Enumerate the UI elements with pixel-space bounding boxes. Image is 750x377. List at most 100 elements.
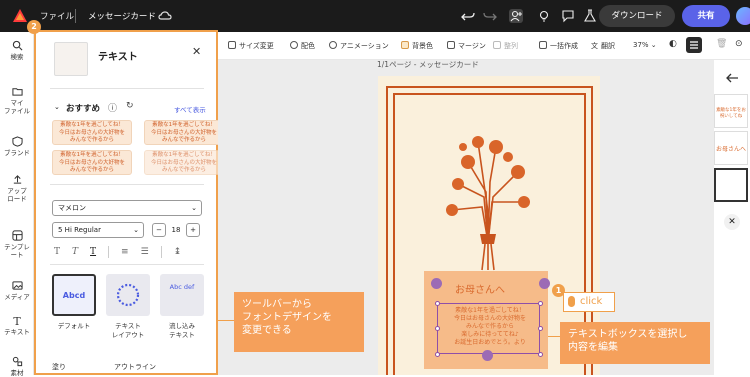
resize-handle[interactable] <box>435 301 440 306</box>
callout-connector <box>218 320 234 321</box>
nav-text[interactable]: T テキスト <box>0 316 34 337</box>
nav-label: 検索 <box>10 53 24 61</box>
avatar[interactable] <box>736 7 750 25</box>
resize-label: サイズ変更 <box>239 42 274 50</box>
text-format-row: T T T ≡ ☰ ↨ <box>54 245 204 259</box>
show-all-link[interactable]: すべて表示 <box>174 104 206 114</box>
page-thumbnail[interactable]: 素敵な1年をお祝いしてね <box>714 94 748 128</box>
margin-button[interactable]: マージン <box>447 41 486 51</box>
font-weight-select[interactable]: 5 Hi Regular ⌄ <box>52 222 144 238</box>
font-family-select[interactable]: マメロン ⌄ <box>52 200 202 216</box>
textbox-callout: テキストボックスを選択し 内容を編集 <box>560 322 710 364</box>
fill-label: 塗り <box>52 363 66 371</box>
increase-size-button[interactable]: + <box>186 223 200 237</box>
close-icon[interactable]: ✕ <box>192 45 201 58</box>
margin-icon <box>447 41 455 49</box>
page-thumbnail[interactable]: お母さんへ <box>714 131 748 165</box>
flower-illustration <box>446 136 530 271</box>
text-selection-box[interactable] <box>437 303 540 354</box>
arrange-button[interactable]: 整列 <box>493 41 518 51</box>
more-icon[interactable]: ⊙ <box>735 39 743 49</box>
nav-media[interactable]: メディア <box>0 280 34 301</box>
layers-icon <box>690 41 698 49</box>
refresh-icon[interactable]: ↻ <box>126 101 134 111</box>
arrow-left-icon[interactable] <box>725 72 739 84</box>
card-heading[interactable]: お母さんへ <box>455 281 505 296</box>
nav-label: 素材 <box>10 369 24 377</box>
panel-title: テキスト <box>98 52 138 63</box>
style-default-card[interactable]: Abcd <box>52 274 96 316</box>
resize-button[interactable]: サイズ変更 <box>228 41 274 51</box>
cloud-sync-icon[interactable] <box>158 9 172 23</box>
style-label: 流し込み テキスト <box>169 322 195 339</box>
close-icon[interactable]: ✕ <box>724 214 740 230</box>
flask-icon[interactable] <box>583 9 597 23</box>
text-preset[interactable]: 素敵な1年を過ごしてね！ 今日はお母さんの大好物を みんなで作るから <box>52 150 132 175</box>
underline-icon[interactable]: T <box>90 247 96 257</box>
arrange-icon <box>493 41 501 49</box>
nav-upload[interactable]: アップ ロード <box>0 174 34 203</box>
nav-label: テンプレ ート <box>4 243 30 259</box>
background-color-button[interactable]: 背景色 <box>401 41 433 51</box>
rotate-handle-icon[interactable] <box>482 350 493 361</box>
nav-label: ブランド <box>4 149 30 157</box>
nav-templates[interactable]: テンプレ ート <box>0 230 34 259</box>
text-preset[interactable]: 素敵な1年を過ごしてね！ 今日はお母さんの大好物を みんなで作るから <box>52 120 132 145</box>
resize-handle[interactable] <box>538 301 543 306</box>
chevron-down-icon[interactable]: ⌄ <box>54 103 60 111</box>
divider <box>160 246 162 258</box>
bulk-create-button[interactable]: 一括作成 <box>539 41 578 51</box>
brand-icon <box>11 136 23 147</box>
file-menu[interactable]: ファイル <box>40 10 74 22</box>
download-button[interactable]: ダウンロード <box>599 5 675 27</box>
line-height-icon[interactable]: ↨ <box>174 247 182 257</box>
info-icon[interactable]: ⓘ <box>108 101 117 114</box>
nav-brand[interactable]: ブランド <box>0 136 34 157</box>
style-flow-card[interactable]: Abc def <box>160 274 204 316</box>
divider <box>50 184 204 185</box>
adobe-express-logo[interactable] <box>12 8 28 24</box>
align-icon[interactable]: ≡ <box>121 247 129 257</box>
resize-handle[interactable] <box>538 352 543 357</box>
document-title[interactable]: メッセージカード <box>88 10 156 22</box>
style-layout-card[interactable] <box>106 274 150 316</box>
page-thumbnail-selected[interactable] <box>714 168 748 202</box>
text-panel: テキスト ✕ ⌄ おすすめ ⓘ ↻ すべて表示 素敵な1年を過ごしてね！ 今日は… <box>34 30 224 375</box>
font-size-value[interactable]: 18 <box>166 226 186 234</box>
italic-icon[interactable]: T <box>72 247 78 257</box>
color-button[interactable]: 配色 <box>290 41 315 51</box>
callout-connector <box>548 336 560 337</box>
share-button[interactable]: 共有 <box>682 5 730 27</box>
comment-icon[interactable] <box>561 9 575 23</box>
text-style-icon[interactable]: T <box>54 247 60 257</box>
resize-icon <box>228 41 236 49</box>
animation-button[interactable]: アニメーション <box>329 41 389 51</box>
nav-my-files[interactable]: マイ ファイル <box>0 86 34 115</box>
zoom-select[interactable]: 37% ⌄ <box>633 41 657 49</box>
margin-label: マージン <box>458 42 486 50</box>
font-weight-value: 5 Hi Regular <box>58 226 101 234</box>
text-preset[interactable]: 素敵な1年を過ごしてね！ 今日はお母さんの大好物を みんなで作るから <box>144 120 224 145</box>
nav-label: アップ ロード <box>7 187 27 203</box>
trash-icon[interactable]: 🗑 <box>716 39 727 49</box>
nav-elements[interactable]: 素材 <box>0 356 34 377</box>
list-icon[interactable]: ☰ <box>141 247 149 257</box>
nav-search[interactable]: 検索 <box>0 40 34 61</box>
redo-icon[interactable] <box>483 9 497 23</box>
text-preset[interactable]: 素敵な1年を過ごしてね！ 今日はお母さんの大好物を みんなで作るから <box>144 150 224 175</box>
move-handle-icon[interactable] <box>431 278 442 289</box>
undo-icon[interactable] <box>461 9 475 23</box>
hide-icon[interactable]: ◐ <box>669 39 677 49</box>
resize-handle[interactable] <box>435 352 440 357</box>
lightbulb-icon[interactable] <box>537 9 551 23</box>
style-label: テキスト レイアウト <box>111 322 145 339</box>
recommended-heading: おすすめ <box>66 104 101 114</box>
add-user-icon[interactable] <box>509 9 523 23</box>
resize-handle[interactable] <box>435 326 440 331</box>
divider <box>75 9 76 23</box>
translate-button[interactable]: 文翻訳 <box>591 41 615 51</box>
resize-handle[interactable] <box>538 326 543 331</box>
layers-toggle[interactable] <box>686 37 702 53</box>
decrease-size-button[interactable]: − <box>152 223 166 237</box>
delete-handle-icon[interactable] <box>539 278 550 289</box>
